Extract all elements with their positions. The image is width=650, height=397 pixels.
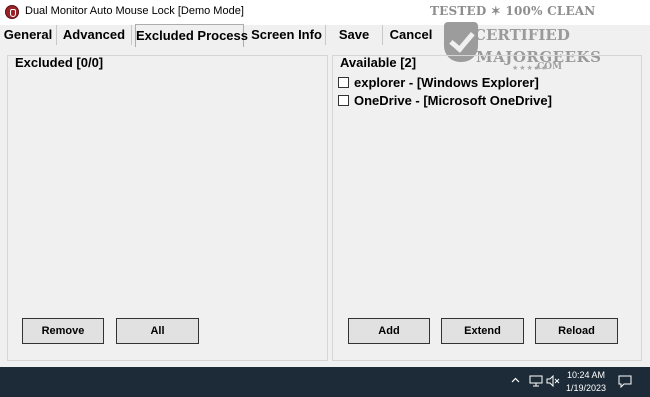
chevron-up-icon[interactable] [511,376,520,385]
available-title: Available [2] [340,55,417,70]
all-button[interactable]: All [116,318,199,344]
list-item-label: OneDrive - [Microsoft OneDrive] [354,93,552,108]
notification-icon[interactable] [618,375,632,388]
tab-excluded-process[interactable]: Excluded Process [135,24,248,47]
checkbox[interactable] [338,95,349,106]
taskbar: 10:24 AM 1/19/2023 [0,367,650,397]
excluded-title: Excluded [0/0] [15,55,104,70]
excluded-panel [7,55,328,361]
app-lock-icon [5,5,19,19]
tab-advanced[interactable]: Advanced [57,25,132,45]
title-bar: Dual Monitor Auto Mouse Lock [Demo Mode] [0,0,650,25]
available-item-explorer[interactable]: explorer - [Windows Explorer] [338,75,539,91]
volume-muted-icon[interactable] [546,375,560,387]
tab-general[interactable]: General [0,25,57,45]
extend-button[interactable]: Extend [441,318,524,344]
window-title: Dual Monitor Auto Mouse Lock [Demo Mode] [25,5,244,17]
remove-button[interactable]: Remove [22,318,104,344]
tab-bar: General Advanced Excluded Process Screen… [0,24,650,47]
reload-button[interactable]: Reload [535,318,618,344]
add-button[interactable]: Add [348,318,430,344]
network-icon[interactable] [529,375,543,387]
list-item-label: explorer - [Windows Explorer] [354,75,539,90]
tab-screen-info[interactable]: Screen Info [248,25,326,45]
tab-cancel[interactable]: Cancel [383,25,439,45]
available-item-onedrive[interactable]: OneDrive - [Microsoft OneDrive] [338,93,552,109]
clock-time[interactable]: 10:24 AM [560,370,612,380]
tab-save[interactable]: Save [326,25,383,45]
checkbox[interactable] [338,77,349,88]
clock-date[interactable]: 1/19/2023 [560,383,612,393]
